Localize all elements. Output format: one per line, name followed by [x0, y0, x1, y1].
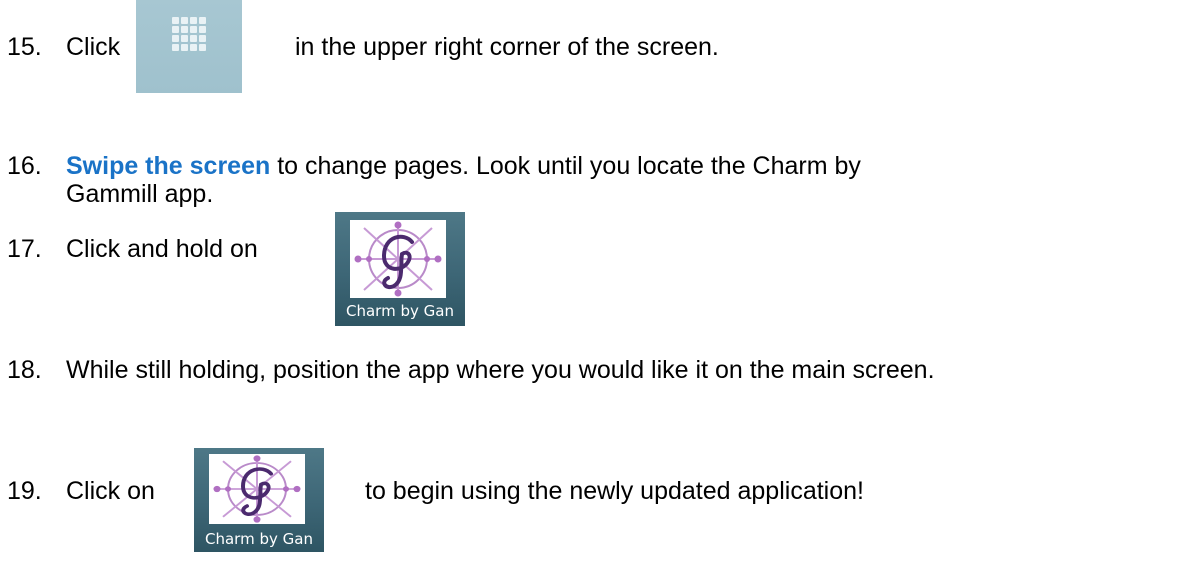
- grid-cells: [172, 17, 208, 53]
- step-19: 19. Click on: [7, 476, 155, 506]
- step-text: Click and hold on: [66, 235, 258, 263]
- step-number: 18.: [7, 356, 42, 384]
- step-number: 17.: [7, 235, 42, 263]
- step-number: 15.: [7, 33, 42, 61]
- charm-logo: [350, 220, 446, 298]
- step-text: to change pages. Look until you locate t…: [270, 152, 861, 180]
- step-15-after: in the upper right corner of the screen.: [295, 33, 719, 61]
- step-16: 16. Swipe the screen to change pages. Loo…: [7, 151, 861, 181]
- charm-logo-graphic: [354, 221, 442, 297]
- step-text: While still holding, position the app wh…: [66, 356, 935, 384]
- app-grid-icon[interactable]: [136, 0, 242, 93]
- step-number: 19.: [7, 477, 42, 505]
- step-15: 15. Click: [7, 32, 120, 62]
- charm-by-gammill-app-icon[interactable]: Charm by Gan: [335, 212, 465, 326]
- step-17: 17. Click and hold on: [7, 234, 258, 264]
- app-icon-label: Charm by Gan: [346, 303, 454, 320]
- step-16-line2: Gammill app.: [66, 180, 214, 208]
- step-text: Click on: [66, 477, 155, 505]
- charm-logo-graphic: [213, 455, 301, 523]
- step-19-after: to begin using the newly updated applica…: [365, 477, 864, 505]
- step-18: 18. While still holding, position the app…: [7, 355, 935, 385]
- app-icon-label: Charm by Gan: [205, 531, 313, 548]
- charm-logo: [209, 454, 305, 524]
- charm-by-gammill-app-icon-2[interactable]: Charm by Gan: [194, 448, 324, 552]
- step-text: Click: [66, 33, 121, 61]
- step-number: 16.: [7, 152, 42, 180]
- swipe-emphasis: Swipe the screen: [66, 152, 271, 180]
